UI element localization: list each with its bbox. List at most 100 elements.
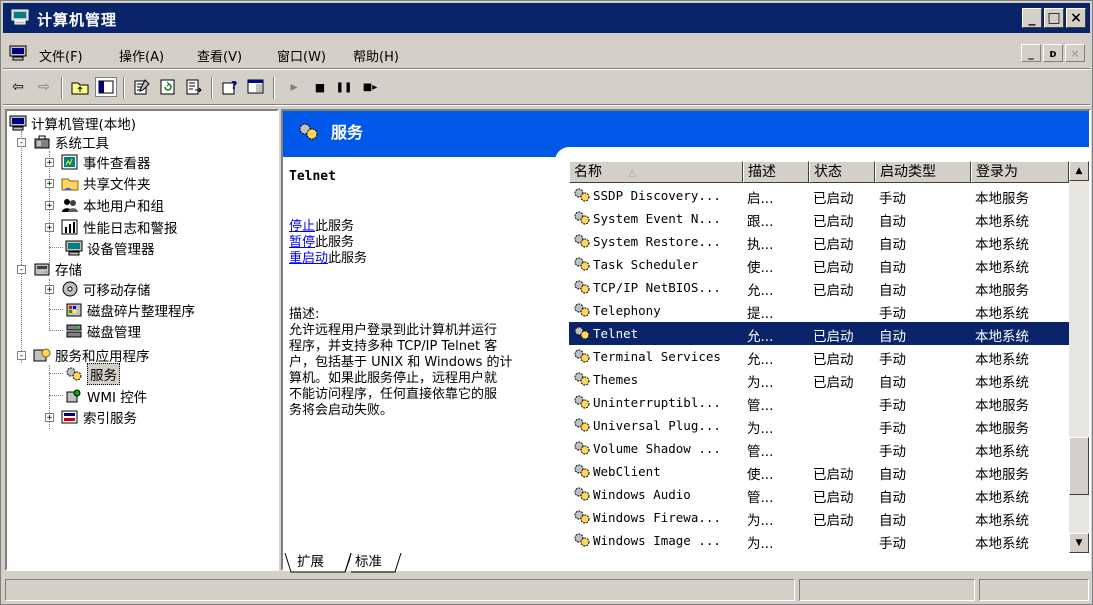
stop-service-icon[interactable]: ■ [309, 77, 331, 97]
menu-help[interactable]: 帮助(H) [353, 46, 399, 65]
computer-icon[interactable] [9, 45, 27, 61]
column-header-startup-type[interactable]: 启动类型 [875, 161, 971, 183]
tree-event-viewer[interactable]: 事件查看器 [61, 152, 151, 172]
tree-services-apps[interactable]: 服务和应用程序 [33, 345, 150, 365]
tree-line [49, 309, 63, 310]
tree-removable-storage[interactable]: 可移动存储 [61, 279, 151, 299]
table-row[interactable]: Terminal Services 允... 已启动 手动 本地系统 [569, 345, 1069, 368]
stop-service-link[interactable]: 停止 [289, 219, 315, 234]
column-header-status[interactable]: 状态 [809, 161, 875, 183]
computer-icon [9, 115, 27, 131]
properties-icon[interactable] [131, 77, 153, 97]
table-row[interactable]: SSDP Discovery... 启... 已启动 手动 本地服务 [569, 184, 1069, 207]
expand-indexing[interactable]: + [45, 413, 54, 423]
close-button[interactable]: × [1066, 8, 1086, 28]
tree-indexing-service[interactable]: 索引服务 [61, 407, 137, 427]
tree-system-tools[interactable]: 系统工具 [33, 132, 109, 152]
expand-perf-logs[interactable]: + [45, 223, 54, 233]
menu-action[interactable]: 操作(A) [119, 46, 164, 65]
tab-extended[interactable]: 扩展 [291, 553, 330, 572]
pause-service-icon[interactable]: ❚❚ [333, 77, 355, 97]
forward-icon[interactable]: ⇨ [33, 77, 55, 97]
restart-service-icon[interactable]: ■▸ [359, 77, 381, 97]
tree-perf-logs[interactable]: 性能日志和警报 [61, 217, 178, 237]
table-row[interactable]: Windows Firewa... 为... 已启动 自动 本地系统 [569, 506, 1069, 529]
tree-root[interactable]: 计算机管理(本地) [9, 113, 136, 133]
column-header-logon[interactable]: 登录为 [971, 161, 1069, 183]
menu-file[interactable]: 文件(F) [39, 46, 83, 65]
tree-services[interactable]: 服务 [65, 363, 120, 385]
menu-view[interactable]: 查看(V) [197, 46, 242, 65]
table-row[interactable]: Uninterruptibl... 管... 手动 本地服务 [569, 391, 1069, 414]
table-row[interactable]: Telephony 提... 手动 本地系统 [569, 299, 1069, 322]
tree-label: 本地用户和组 [83, 199, 164, 215]
service-name: Task Scheduler [573, 256, 741, 272]
service-status: 已启动 [813, 279, 873, 299]
service-name-text: Telnet [593, 326, 639, 341]
service-name-text: SSDP Discovery... [593, 188, 721, 203]
column-header-name[interactable]: 名称 △ [569, 161, 743, 183]
service-name: Windows Image ... [573, 532, 741, 548]
service-description: 允... [747, 279, 807, 299]
table-row[interactable]: Task Scheduler 使... 已启动 自动 本地系统 [569, 253, 1069, 276]
table-row[interactable]: Windows Image ... 为... 手动 本地系统 [569, 529, 1069, 552]
back-icon[interactable]: ⇦ [7, 77, 29, 97]
tree-wmi-control[interactable]: WMI 控件 [65, 386, 147, 406]
tab-standard[interactable]: 标准 [349, 553, 388, 572]
expand-event-viewer[interactable]: + [45, 158, 54, 168]
collapse-services-apps[interactable]: - [17, 351, 26, 361]
expand-local-users[interactable]: + [45, 201, 54, 211]
console-tree-icon[interactable] [245, 77, 267, 97]
table-row[interactable]: Telnet 允... 已启动 自动 本地系统 [569, 322, 1069, 345]
title-bar[interactable]: 计算机管理 _ □ × [3, 3, 1090, 33]
scroll-up-icon[interactable]: ▲ [1069, 161, 1089, 181]
refresh-icon[interactable] [157, 77, 179, 97]
tree-storage[interactable]: 存储 [33, 259, 82, 279]
gear-icon [574, 257, 590, 271]
maximize-button[interactable]: □ [1044, 8, 1064, 28]
table-row[interactable]: Universal Plug... 为... 手动 本地服务 [569, 414, 1069, 437]
tree-device-manager[interactable]: 设备管理器 [65, 238, 155, 258]
service-startup-type: 自动 [879, 233, 969, 253]
menu-window[interactable]: 窗口(W) [277, 46, 326, 65]
service-logon-text: 本地系统 [975, 260, 1029, 276]
table-row[interactable]: TCP/IP NetBIOS... 允... 已启动 自动 本地服务 [569, 276, 1069, 299]
collapse-system-tools[interactable]: - [17, 138, 26, 148]
service-description-text: 管... [747, 490, 774, 506]
expand-removable[interactable]: + [45, 285, 54, 295]
service-name-text: System Restore... [593, 234, 721, 249]
table-row[interactable]: Volume Shadow ... 管... 手动 本地系统 [569, 437, 1069, 460]
restart-service-link[interactable]: 重启动 [289, 251, 328, 266]
pause-service-link[interactable]: 暂停 [289, 235, 315, 250]
up-folder-icon[interactable] [69, 77, 91, 97]
tree-line [49, 330, 63, 331]
minimize-button[interactable]: _ [1022, 8, 1042, 28]
table-row[interactable]: Windows Audio 管... 已启动 自动 本地系统 [569, 483, 1069, 506]
collapse-storage[interactable]: - [17, 265, 26, 275]
help-icon[interactable]: ? [219, 77, 241, 97]
services-scrollbar[interactable]: ▲ ▼ [1069, 161, 1089, 553]
mdi-restore-button[interactable]: ᴅ [1043, 44, 1063, 62]
column-header-description[interactable]: 描述 [743, 161, 809, 183]
service-startup-type: 手动 [879, 348, 969, 368]
table-row[interactable]: Themes 为... 已启动 自动 本地系统 [569, 368, 1069, 391]
service-name-text: Windows Firewa... [593, 510, 721, 525]
tree-local-users[interactable]: 本地用户和组 [61, 195, 164, 215]
scroll-down-icon[interactable]: ▼ [1069, 533, 1089, 553]
service-description: 为... [747, 509, 807, 529]
expand-shared-folders[interactable]: + [45, 179, 54, 189]
tree-shared-folders[interactable]: 共享文件夹 [61, 173, 151, 193]
scroll-thumb[interactable] [1069, 437, 1089, 495]
table-row[interactable]: WebClient 使... 已启动 自动 本地服务 [569, 460, 1069, 483]
start-service-icon[interactable]: ▸ [283, 77, 305, 97]
export-list-icon[interactable] [183, 77, 205, 97]
service-logon-text: 本地服务 [975, 283, 1029, 299]
tree-disk-management[interactable]: 磁盘管理 [65, 321, 141, 341]
mdi-minimize-button[interactable]: _ [1021, 44, 1041, 62]
mdi-close-button[interactable]: × [1065, 44, 1085, 62]
service-logon-text: 本地系统 [975, 237, 1029, 253]
show-hide-tree-icon[interactable] [95, 77, 117, 97]
table-row[interactable]: System Event N... 跟... 已启动 自动 本地系统 [569, 207, 1069, 230]
tree-defrag[interactable]: 磁盘碎片整理程序 [65, 300, 195, 320]
table-row[interactable]: System Restore... 执... 已启动 自动 本地系统 [569, 230, 1069, 253]
